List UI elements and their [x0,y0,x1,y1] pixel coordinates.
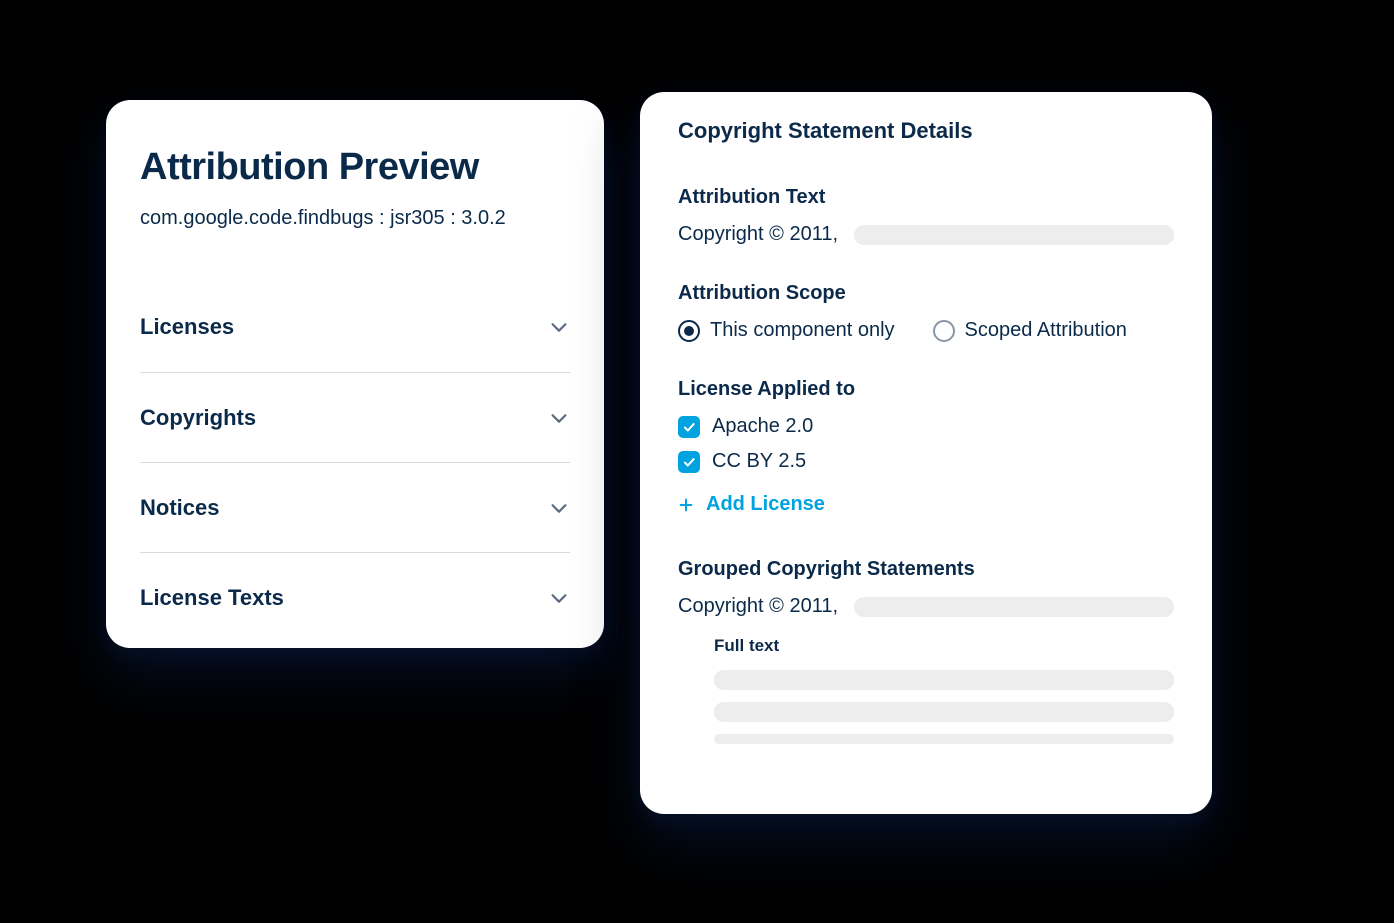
copyright-details-panel: Copyright Statement Details Attribution … [640,92,1212,814]
radio-icon [933,320,955,342]
chevron-down-icon [548,587,570,609]
add-license-button[interactable]: Add License [678,493,1174,516]
attribution-text-value: Copyright © 2011, [678,223,838,246]
license-applied-label: License Applied to [678,378,1174,401]
radio-label: Scoped Attribution [965,319,1127,342]
redacted-placeholder [714,734,1174,744]
plus-icon [678,497,694,513]
checkbox-label: CC BY 2.5 [712,450,806,473]
redacted-placeholder [854,597,1174,617]
redacted-placeholder [854,225,1174,245]
add-license-label: Add License [706,493,825,516]
accordion: Licenses Copyrights Notices License Text… [140,282,570,642]
chevron-down-icon [548,497,570,519]
redacted-placeholder [714,702,1174,722]
accordion-item-license-texts[interactable]: License Texts [140,552,570,642]
accordion-item-copyrights[interactable]: Copyrights [140,372,570,462]
radio-icon [678,320,700,342]
checkbox-checked-icon [678,451,700,473]
full-text-label: Full text [714,636,1174,656]
accordion-label: Copyrights [140,405,256,431]
license-checkbox-list: Apache 2.0 CC BY 2.5 [678,415,1174,473]
license-checkbox-ccby[interactable]: CC BY 2.5 [678,450,1174,473]
attribution-text-row: Copyright © 2011, [678,223,1174,246]
chevron-down-icon [548,407,570,429]
checkbox-label: Apache 2.0 [712,415,813,438]
license-checkbox-apache[interactable]: Apache 2.0 [678,415,1174,438]
attribution-preview-panel: Attribution Preview com.google.code.find… [106,100,604,648]
radio-option-this-component[interactable]: This component only [678,319,895,342]
grouped-statement-value: Copyright © 2011, [678,595,838,618]
chevron-down-icon [548,316,570,338]
scope-radio-group: This component only Scoped Attribution [678,319,1174,342]
attribution-scope-label: Attribution Scope [678,282,1174,305]
accordion-label: Licenses [140,314,234,340]
accordion-label: License Texts [140,585,284,611]
panel-title: Attribution Preview [140,146,570,189]
component-coordinates: com.google.code.findbugs : jsr305 : 3.0.… [140,207,570,230]
radio-option-scoped[interactable]: Scoped Attribution [933,319,1127,342]
redacted-placeholder [714,670,1174,690]
grouped-statements-label: Grouped Copyright Statements [678,558,1174,581]
accordion-item-notices[interactable]: Notices [140,462,570,552]
full-text-placeholder-block [714,670,1174,744]
checkbox-checked-icon [678,416,700,438]
radio-label: This component only [710,319,895,342]
accordion-item-licenses[interactable]: Licenses [140,282,570,372]
attribution-text-label: Attribution Text [678,186,1174,209]
panel-title: Copyright Statement Details [678,118,1174,144]
accordion-label: Notices [140,495,219,521]
grouped-statement-row: Copyright © 2011, [678,595,1174,618]
